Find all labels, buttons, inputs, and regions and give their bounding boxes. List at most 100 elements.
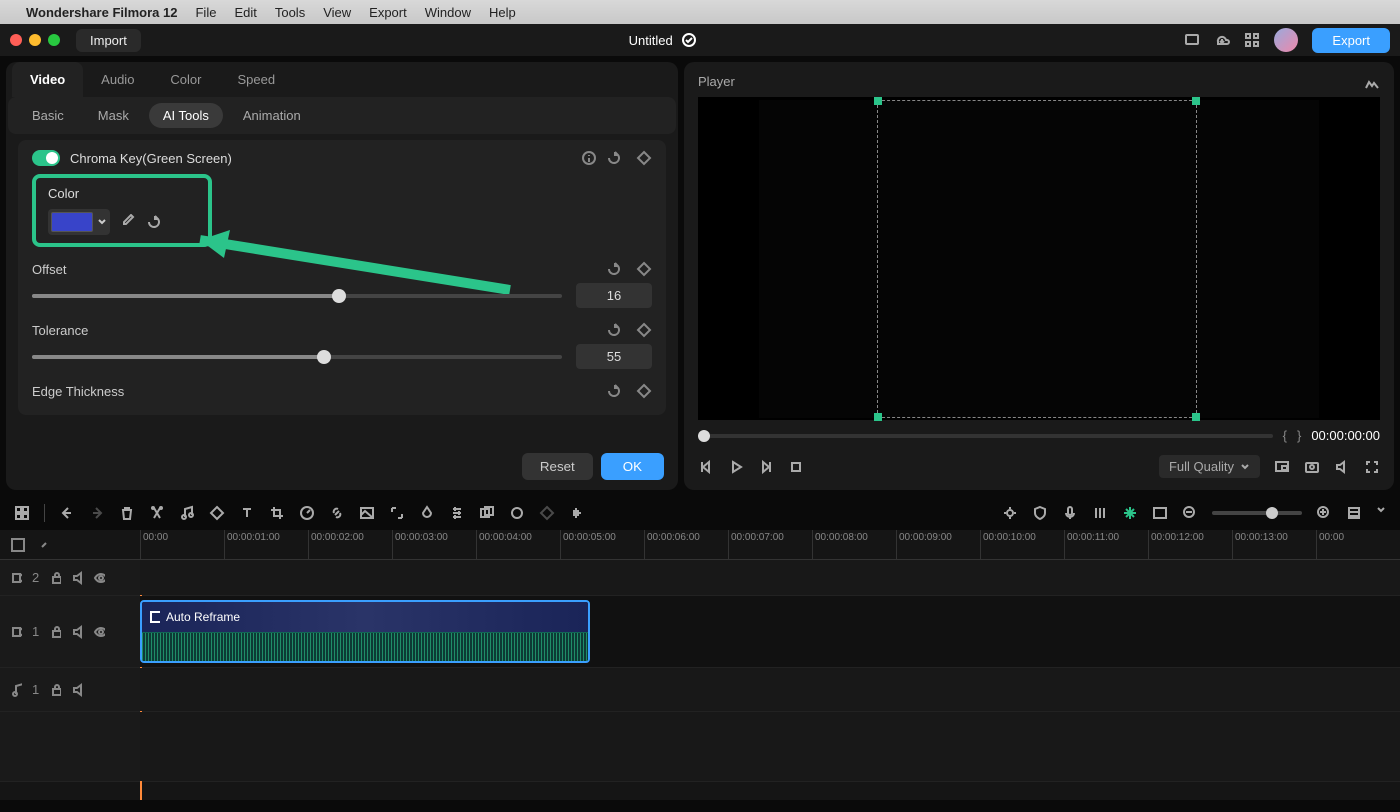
color-icon[interactable]	[419, 505, 435, 521]
link-icon[interactable]	[329, 505, 345, 521]
image-icon[interactable]	[359, 505, 375, 521]
shield-icon[interactable]	[1032, 505, 1048, 521]
keyframe-icon[interactable]	[636, 383, 652, 399]
close-window[interactable]	[10, 34, 22, 46]
tag-icon[interactable]	[209, 505, 225, 521]
menu-view[interactable]: View	[323, 5, 351, 20]
display-icon[interactable]	[1184, 32, 1200, 48]
redo-icon[interactable]	[89, 505, 105, 521]
handle-tl[interactable]	[874, 97, 882, 105]
snapshot-icon[interactable]	[1304, 459, 1320, 475]
tab-color[interactable]: Color	[152, 62, 219, 97]
music-icon[interactable]	[179, 505, 195, 521]
handle-bl[interactable]	[874, 413, 882, 421]
track-options-icon[interactable]	[10, 537, 26, 553]
pip-icon[interactable]	[1274, 459, 1290, 475]
stop-icon[interactable]	[788, 459, 804, 475]
mute-icon[interactable]	[71, 570, 83, 586]
tab-audio[interactable]: Audio	[83, 62, 152, 97]
menu-window[interactable]: Window	[425, 5, 471, 20]
record-icon[interactable]	[509, 505, 525, 521]
handle-br[interactable]	[1192, 413, 1200, 421]
cloud-download-icon[interactable]	[1214, 32, 1230, 48]
reset-icon[interactable]	[606, 383, 622, 399]
menu-app[interactable]: Wondershare Filmora 12	[26, 5, 177, 20]
lock-icon[interactable]	[49, 570, 61, 586]
split-icon[interactable]	[149, 505, 165, 521]
lock-icon[interactable]	[49, 624, 61, 640]
keyframe-icon[interactable]	[636, 150, 652, 166]
subtab-mask[interactable]: Mask	[84, 103, 143, 128]
export-button[interactable]: Export	[1312, 28, 1390, 53]
track-v1-body[interactable]: Auto Reframe	[140, 596, 1400, 667]
menu-export[interactable]: Export	[369, 5, 407, 20]
image2-icon[interactable]	[1152, 505, 1168, 521]
text-icon[interactable]	[239, 505, 255, 521]
reset-color-icon[interactable]	[146, 214, 162, 230]
props-scroll[interactable]: Chroma Key(Green Screen) Color	[6, 134, 678, 443]
track-v2-body[interactable]	[140, 560, 1400, 595]
progress-slider[interactable]	[698, 434, 1273, 438]
mute-icon[interactable]	[71, 682, 83, 698]
enhance-icon[interactable]	[1122, 505, 1138, 521]
speed-icon[interactable]	[299, 505, 315, 521]
tab-video[interactable]: Video	[12, 62, 83, 97]
chevron-down-icon[interactable]	[1376, 505, 1386, 521]
eye-icon[interactable]	[93, 570, 105, 586]
subtab-aitools[interactable]: AI Tools	[149, 103, 223, 128]
time-ruler[interactable]: 00:0000:00:01:0000:00:02:0000:00:03:0000…	[140, 530, 1400, 559]
chroma-toggle[interactable]	[32, 150, 60, 166]
play-icon[interactable]	[728, 459, 744, 475]
fullscreen-icon[interactable]	[1364, 459, 1380, 475]
reset-icon[interactable]	[606, 261, 622, 277]
video-clip[interactable]: Auto Reframe	[140, 600, 590, 663]
eyedropper-icon[interactable]	[120, 214, 136, 230]
menu-edit[interactable]: Edit	[234, 5, 256, 20]
zoom-in-icon[interactable]	[1316, 505, 1332, 521]
auto-icon[interactable]	[1002, 505, 1018, 521]
keyframe-tb-icon[interactable]	[539, 505, 555, 521]
audio-wave-icon[interactable]	[569, 505, 585, 521]
crop-icon[interactable]	[269, 505, 285, 521]
reset-icon[interactable]	[606, 150, 622, 166]
mixer-icon[interactable]	[1092, 505, 1108, 521]
volume-icon[interactable]	[1334, 459, 1350, 475]
undo-icon[interactable]	[59, 505, 75, 521]
handle-tr[interactable]	[1192, 97, 1200, 105]
track-a1-body[interactable]	[140, 668, 1400, 711]
keyframe-icon[interactable]	[636, 322, 652, 338]
lock-icon[interactable]	[49, 682, 61, 698]
eye-icon[interactable]	[93, 624, 105, 640]
subtab-basic[interactable]: Basic	[18, 103, 78, 128]
mark-out-icon[interactable]: }	[1297, 428, 1301, 443]
import-button[interactable]: Import	[76, 29, 141, 52]
quality-dropdown[interactable]: Full Quality	[1159, 455, 1260, 478]
grid-icon[interactable]	[14, 505, 30, 521]
tolerance-value[interactable]: 55	[576, 344, 652, 369]
menu-help[interactable]: Help	[489, 5, 516, 20]
info-icon[interactable]	[582, 151, 596, 165]
ok-button[interactable]: OK	[601, 453, 664, 480]
link-track-icon[interactable]	[36, 537, 52, 553]
expand-icon[interactable]	[389, 505, 405, 521]
zoom-out-icon[interactable]	[1182, 505, 1198, 521]
player-canvas[interactable]	[698, 97, 1380, 420]
selection-rect[interactable]	[877, 100, 1197, 418]
minimize-window[interactable]	[29, 34, 41, 46]
mic-icon[interactable]	[1062, 505, 1078, 521]
layout-icon[interactable]	[1346, 505, 1362, 521]
color-dropdown[interactable]	[48, 209, 110, 235]
mute-icon[interactable]	[71, 624, 83, 640]
reset-button[interactable]: Reset	[522, 453, 593, 480]
next-frame-icon[interactable]	[758, 459, 774, 475]
apps-grid-icon[interactable]	[1244, 32, 1260, 48]
group-icon[interactable]	[479, 505, 495, 521]
tolerance-slider[interactable]	[32, 355, 562, 359]
prev-frame-icon[interactable]	[698, 459, 714, 475]
maximize-window[interactable]	[48, 34, 60, 46]
reset-icon[interactable]	[606, 322, 622, 338]
scopes-icon[interactable]	[1364, 76, 1380, 92]
tab-speed[interactable]: Speed	[220, 62, 294, 97]
mark-in-icon[interactable]: {	[1283, 428, 1287, 443]
track-empty-body[interactable]	[140, 712, 1400, 781]
